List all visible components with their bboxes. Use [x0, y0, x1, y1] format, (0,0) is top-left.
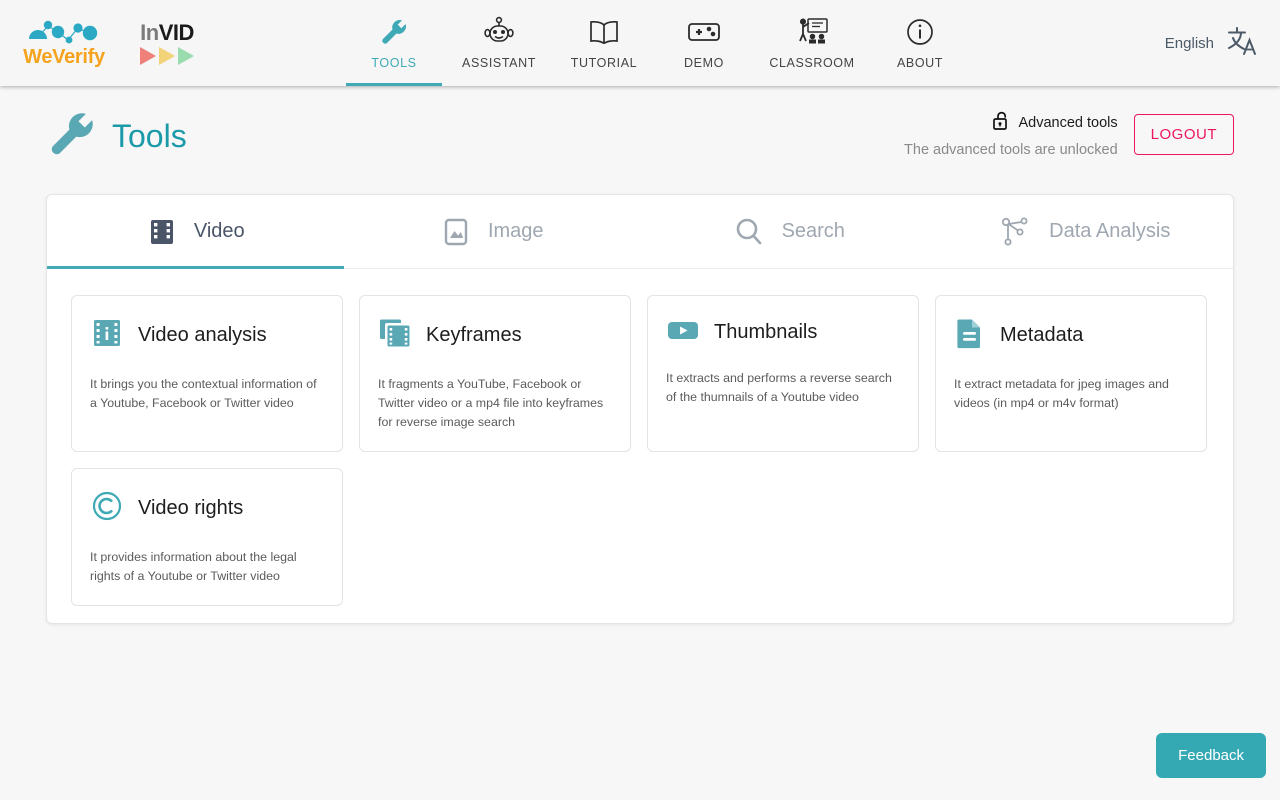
tool-card-metadata[interactable]: Metadata It extract metadata for jpeg im…	[935, 295, 1207, 452]
card-description: It fragments a YouTube, Facebook or Twit…	[378, 375, 612, 433]
tool-card-video-analysis[interactable]: Video analysis It brings you the context…	[71, 295, 343, 452]
page-header: Tools Advanced tools The advanced tools …	[0, 86, 1280, 186]
feedback-button[interactable]: Feedback	[1156, 733, 1266, 778]
film-info-icon	[90, 316, 124, 355]
tool-card-video-rights[interactable]: Video rights It provides information abo…	[71, 468, 343, 606]
invid-vid-text: VID	[159, 20, 194, 45]
info-icon	[905, 12, 935, 52]
graph-nodes-icon	[999, 216, 1033, 248]
nav-item-tutorial[interactable]: TUTORIAL	[554, 0, 654, 86]
main-navigation: TOOLS ASSISTANT	[344, 0, 970, 86]
nav-label-demo: DEMO	[684, 56, 724, 70]
app-header: WeVerify InVID TOOLS	[0, 0, 1280, 86]
copyright-icon	[90, 489, 124, 528]
tab-data-analysis[interactable]: Data Analysis	[937, 195, 1234, 268]
tool-cards-grid: Video analysis It brings you the context…	[47, 269, 1233, 632]
advanced-tools-status: The advanced tools are unlocked	[904, 142, 1118, 158]
card-header: Video analysis	[90, 316, 324, 355]
advanced-tools-label: Advanced tools	[1019, 115, 1118, 131]
nav-label-tools: TOOLS	[371, 56, 416, 70]
tab-image[interactable]: Image	[344, 195, 641, 268]
invid-in-text: In	[140, 20, 159, 45]
document-lines-icon	[954, 316, 986, 355]
card-description: It provides information about the legal …	[90, 548, 324, 586]
weverify-wordmark: WeVerify	[23, 46, 105, 69]
logo-group: WeVerify InVID	[0, 18, 204, 69]
nav-label-about: ABOUT	[897, 56, 943, 70]
advanced-tools-area: Advanced tools The advanced tools are un…	[904, 110, 1234, 158]
page-title: Tools	[112, 118, 187, 155]
play-triangle-red-icon	[140, 47, 156, 65]
translate-icon	[1224, 24, 1258, 63]
nav-item-classroom[interactable]: CLASSROOM	[754, 0, 870, 86]
gamepad-icon	[687, 12, 721, 52]
card-header: Thumbnails	[666, 316, 900, 349]
tab-label-search: Search	[782, 220, 845, 243]
nav-item-tools[interactable]: TOOLS	[344, 0, 444, 86]
robot-icon	[482, 12, 516, 52]
wrench-icon	[46, 108, 98, 165]
classroom-icon	[796, 12, 828, 52]
wrench-icon	[379, 12, 409, 52]
card-title: Thumbnails	[714, 321, 817, 344]
picture-icon	[440, 216, 472, 248]
book-icon	[588, 12, 620, 52]
advanced-tools-row: Advanced tools	[904, 110, 1118, 136]
invid-wordmark: InVID	[140, 22, 194, 44]
card-header: Video rights	[90, 489, 324, 528]
invid-triangles	[140, 47, 194, 65]
invid-logo[interactable]: InVID	[130, 22, 204, 65]
tab-label-image: Image	[488, 220, 544, 243]
magnifier-icon	[732, 215, 766, 249]
unlocked-padlock-icon	[992, 110, 1011, 136]
card-title: Video analysis	[138, 324, 267, 347]
weverify-network-icon	[24, 18, 104, 48]
nav-item-demo[interactable]: DEMO	[654, 0, 754, 86]
card-header: Keyframes	[378, 316, 612, 355]
advanced-tools-texts: Advanced tools The advanced tools are un…	[904, 110, 1118, 158]
tab-search[interactable]: Search	[640, 195, 937, 268]
tab-video[interactable]: Video	[47, 195, 344, 268]
tool-card-thumbnails[interactable]: Thumbnails It extracts and performs a re…	[647, 295, 919, 452]
nav-item-assistant[interactable]: ASSISTANT	[444, 0, 554, 86]
weverify-logo[interactable]: WeVerify	[16, 18, 112, 69]
card-title: Keyframes	[426, 324, 522, 347]
film-strip-icon	[146, 216, 178, 248]
nav-item-about[interactable]: ABOUT	[870, 0, 970, 86]
tab-label-video: Video	[194, 220, 245, 243]
logout-button[interactable]: LOGOUT	[1134, 114, 1234, 155]
card-header: Metadata	[954, 316, 1188, 355]
tools-panel: Video Image Search	[46, 194, 1234, 624]
card-description: It extract metadata for jpeg images and …	[954, 375, 1188, 413]
card-title: Video rights	[138, 497, 243, 520]
film-layers-icon	[378, 316, 412, 355]
play-triangle-yellow-icon	[159, 47, 175, 65]
card-title: Metadata	[1000, 324, 1083, 347]
youtube-play-icon	[666, 316, 700, 349]
play-triangle-green-icon	[178, 47, 194, 65]
language-selector[interactable]: English	[1165, 0, 1258, 86]
card-description: It extracts and performs a reverse searc…	[666, 369, 900, 407]
language-label: English	[1165, 35, 1214, 52]
tool-card-keyframes[interactable]: Keyframes It fragments a YouTube, Facebo…	[359, 295, 631, 452]
nav-label-assistant: ASSISTANT	[462, 56, 536, 70]
card-description: It brings you the contextual information…	[90, 375, 324, 413]
tab-label-data-analysis: Data Analysis	[1049, 220, 1170, 243]
tool-category-tabs: Video Image Search	[47, 195, 1233, 269]
page-title-group: Tools	[46, 108, 187, 165]
nav-label-classroom: CLASSROOM	[769, 56, 854, 70]
nav-label-tutorial: TUTORIAL	[571, 56, 637, 70]
